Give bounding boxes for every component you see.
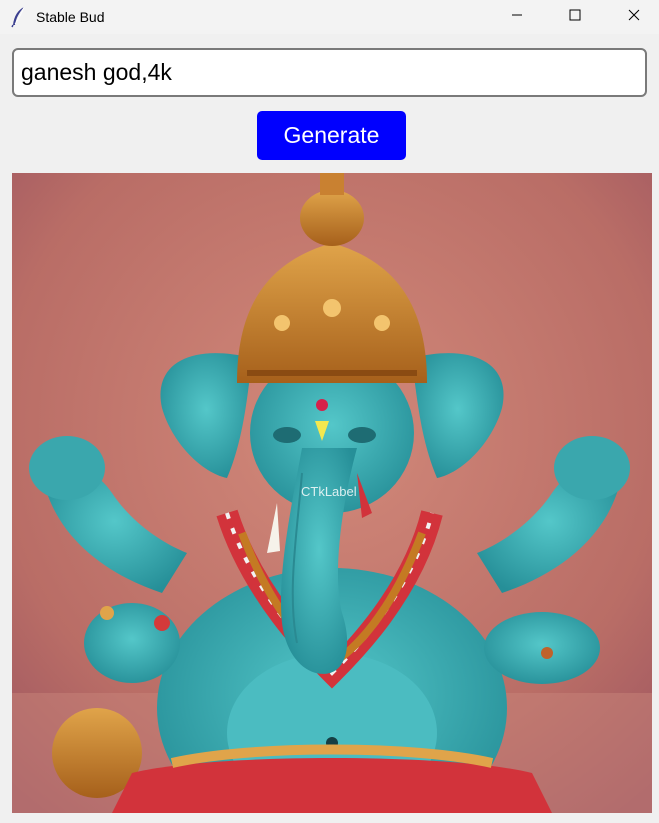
prompt-input[interactable] bbox=[12, 48, 647, 97]
generate-button[interactable]: Generate bbox=[257, 111, 406, 160]
generated-image: CTkLabel bbox=[12, 173, 652, 813]
close-button[interactable] bbox=[611, 0, 657, 34]
app-window: Stable Bud Generate bbox=[0, 0, 659, 823]
minimize-button[interactable] bbox=[494, 0, 540, 34]
minimize-icon bbox=[511, 8, 523, 26]
image-overlay-label: CTkLabel bbox=[301, 484, 357, 499]
window-title: Stable Bud bbox=[36, 9, 105, 25]
title-bar[interactable]: Stable Bud bbox=[0, 0, 659, 34]
feather-app-icon bbox=[9, 6, 29, 28]
maximize-icon bbox=[569, 8, 581, 26]
close-icon bbox=[628, 8, 640, 26]
maximize-button[interactable] bbox=[552, 0, 598, 34]
